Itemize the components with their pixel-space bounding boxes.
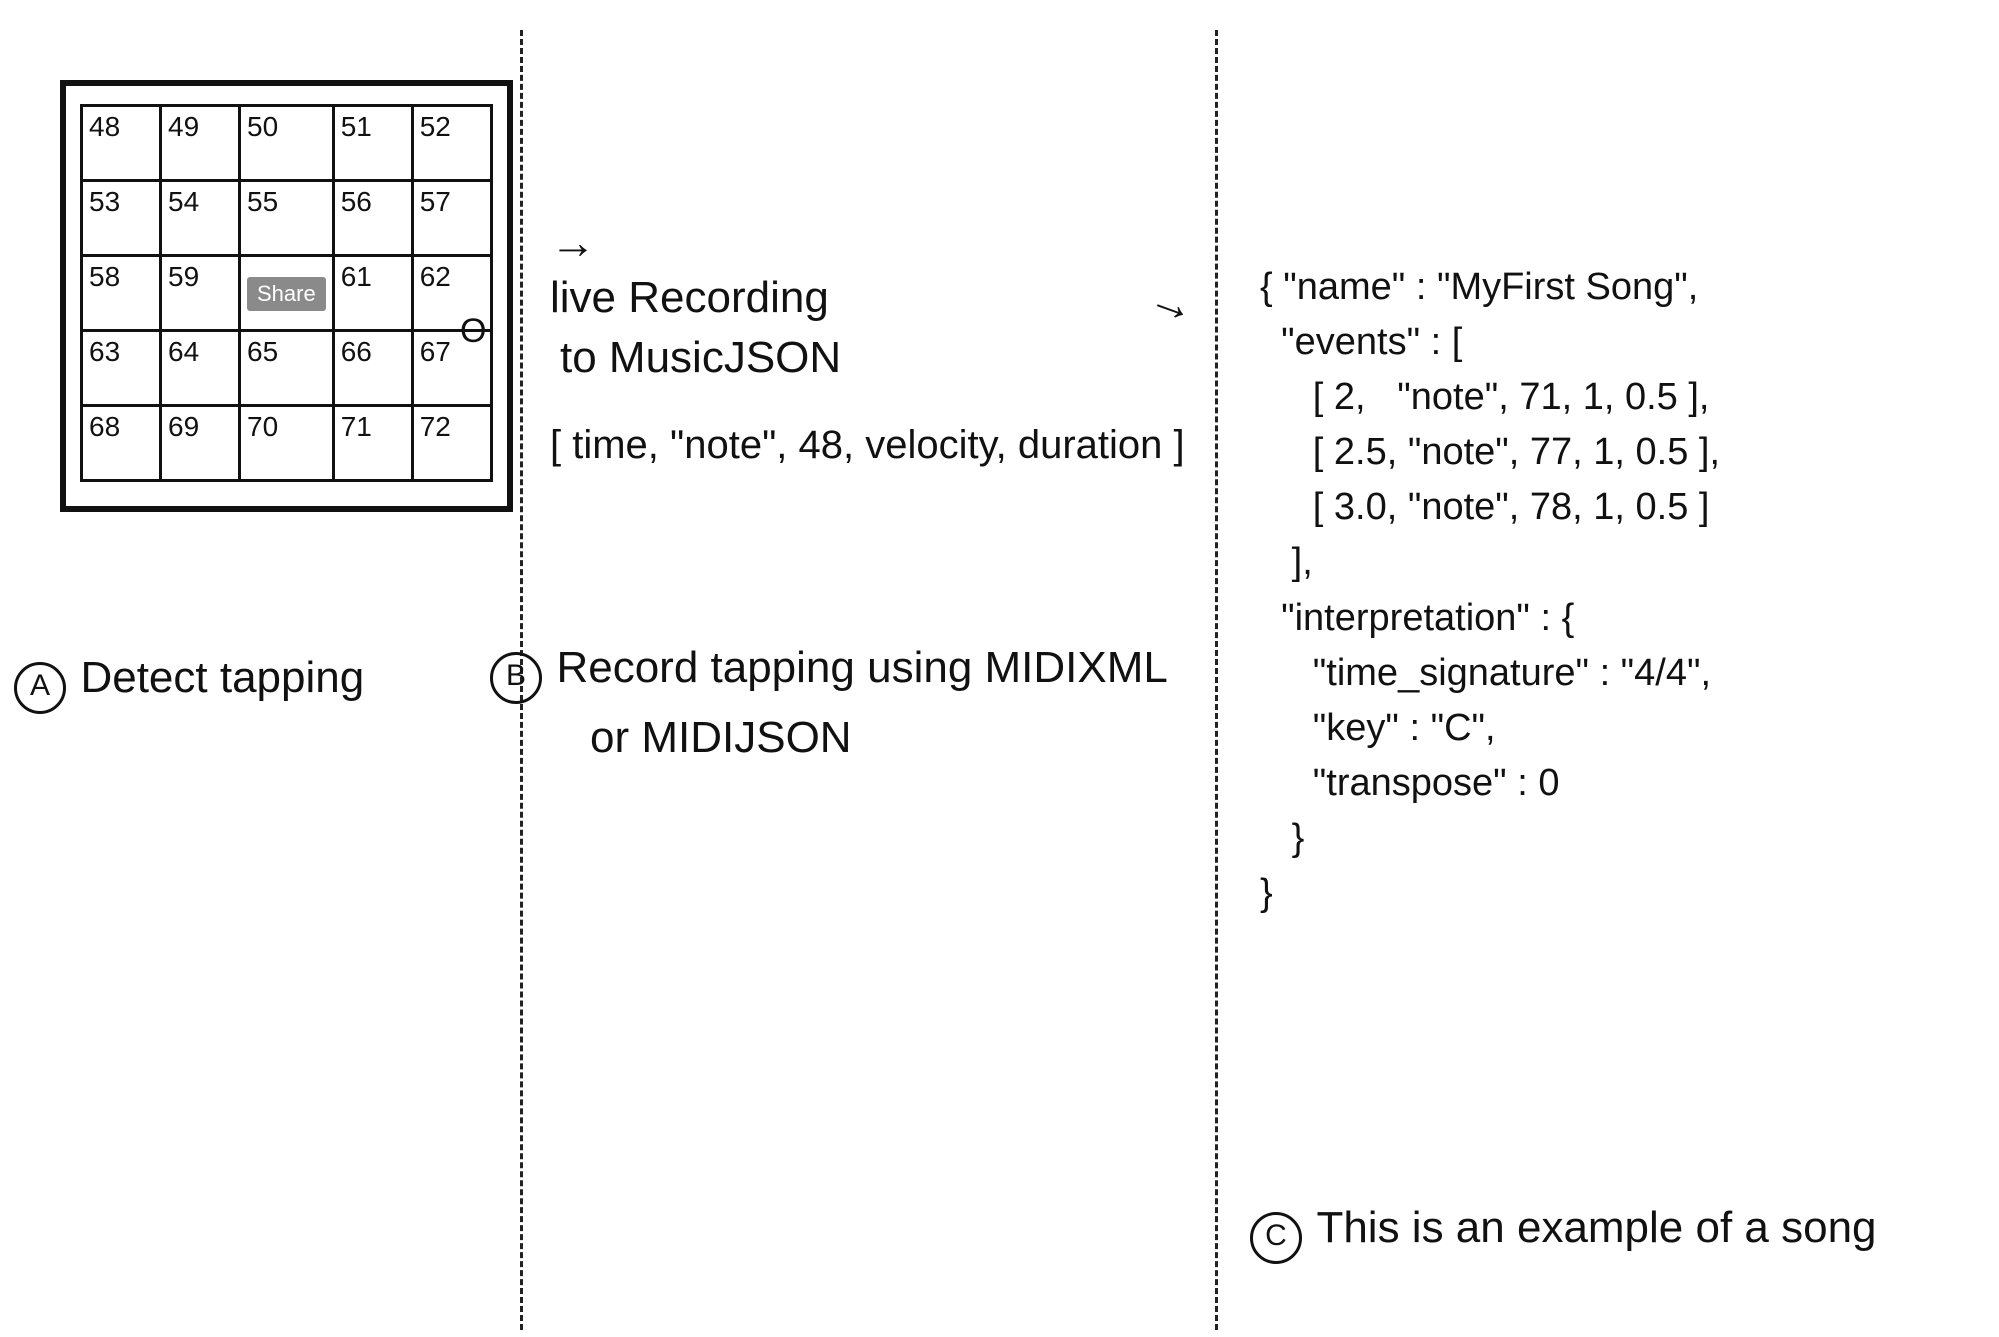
event-template: [ time, "note", 48, velocity, duration ] xyxy=(550,420,1185,470)
panel-b-caption-line1: Record tapping using MIDIXML xyxy=(556,643,1167,692)
grid-cell-value: 55 xyxy=(247,186,278,217)
grid-cell-value: 58 xyxy=(89,261,120,292)
panel-c-caption-text: This is an example of a song xyxy=(1316,1203,1876,1252)
grid-cell-value: 66 xyxy=(341,336,372,367)
grid-cell-value: 57 xyxy=(420,186,451,217)
grid-cell[interactable]: 53 xyxy=(82,181,161,256)
grid-cell-value: 63 xyxy=(89,336,120,367)
diagram-canvas: 48 49 50 51 52 53 54 55 56 57 58 59 Shar… xyxy=(0,0,1999,1337)
grid-cell-value: 52 xyxy=(420,111,451,142)
grid-cell-value: 65 xyxy=(247,336,278,367)
panel-b-line1: live Recording xyxy=(550,270,829,325)
arrow-icon: → xyxy=(1142,269,1204,335)
panel-b-caption: B Record tapping using MIDIXML xyxy=(490,640,1168,704)
grid-cell-value: 48 xyxy=(89,111,120,142)
grid-cell[interactable]: 52 xyxy=(412,106,491,181)
panel-b-caption-line2: or MIDIJSON xyxy=(590,710,852,765)
grid-cell-value: 67 xyxy=(420,336,451,367)
share-button[interactable]: Share xyxy=(247,277,326,311)
grid-cell[interactable]: 63 xyxy=(82,331,161,406)
grid-cell[interactable]: 66 xyxy=(333,331,412,406)
grid-cell-value: 59 xyxy=(168,261,199,292)
grid-cell[interactable]: 50 xyxy=(240,106,334,181)
grid-cell[interactable]: 71 xyxy=(333,406,412,481)
grid-cell-value: 61 xyxy=(341,261,372,292)
song-json-example: { "name" : "MyFirst Song", "events" : [ … xyxy=(1260,260,1720,921)
grid-cell-value: 54 xyxy=(168,186,199,217)
grid-cell[interactable]: 48 xyxy=(82,106,161,181)
grid-cell-value: 69 xyxy=(168,411,199,442)
divider-2 xyxy=(1215,30,1218,1330)
grid-cell-value: 70 xyxy=(247,411,278,442)
grid-cell-value: 71 xyxy=(341,411,372,442)
grid-cell-value: 53 xyxy=(89,186,120,217)
grid-cell[interactable]: 72 xyxy=(412,406,491,481)
grid-cell[interactable]: Share xyxy=(240,256,334,331)
grid-cell[interactable]: 56 xyxy=(333,181,412,256)
step-b-label: B xyxy=(490,652,542,704)
grid-cell-value: 68 xyxy=(89,411,120,442)
panel-a-caption: A Detect tapping xyxy=(14,650,364,714)
grid-cell-value: 50 xyxy=(247,111,278,142)
arrow-icon: → xyxy=(550,215,596,269)
grid-cell[interactable]: 59 xyxy=(161,256,240,331)
grid-cell[interactable]: 65 xyxy=(240,331,334,406)
grid-cell[interactable]: 68 xyxy=(82,406,161,481)
grid-cell-value: 64 xyxy=(168,336,199,367)
step-a-label: A xyxy=(14,662,66,714)
grid-cell[interactable]: 58 xyxy=(82,256,161,331)
output-marker: O xyxy=(460,310,486,353)
grid-cell-value: 72 xyxy=(420,411,451,442)
grid-cell[interactable]: 57 xyxy=(412,181,491,256)
grid-frame: 48 49 50 51 52 53 54 55 56 57 58 59 Shar… xyxy=(60,80,513,512)
grid-cell[interactable]: 64 xyxy=(161,331,240,406)
grid-cell[interactable]: 69 xyxy=(161,406,240,481)
grid-cell[interactable]: 55 xyxy=(240,181,334,256)
grid-cell[interactable]: 61 xyxy=(333,256,412,331)
step-c-label: C xyxy=(1250,1212,1302,1264)
grid-cell-value: 49 xyxy=(168,111,199,142)
panel-c-caption: C This is an example of a song xyxy=(1250,1200,1877,1264)
grid-cell[interactable]: 49 xyxy=(161,106,240,181)
grid-cell[interactable]: 51 xyxy=(333,106,412,181)
grid-cell-value: 51 xyxy=(341,111,372,142)
grid-cell[interactable]: 54 xyxy=(161,181,240,256)
panel-b-line2: to MusicJSON xyxy=(560,330,841,385)
note-grid[interactable]: 48 49 50 51 52 53 54 55 56 57 58 59 Shar… xyxy=(80,104,493,482)
grid-cell[interactable]: 70 xyxy=(240,406,334,481)
panel-a-caption-text: Detect tapping xyxy=(80,653,364,702)
grid-cell-value: 56 xyxy=(341,186,372,217)
grid-cell-value: 62 xyxy=(420,261,451,292)
